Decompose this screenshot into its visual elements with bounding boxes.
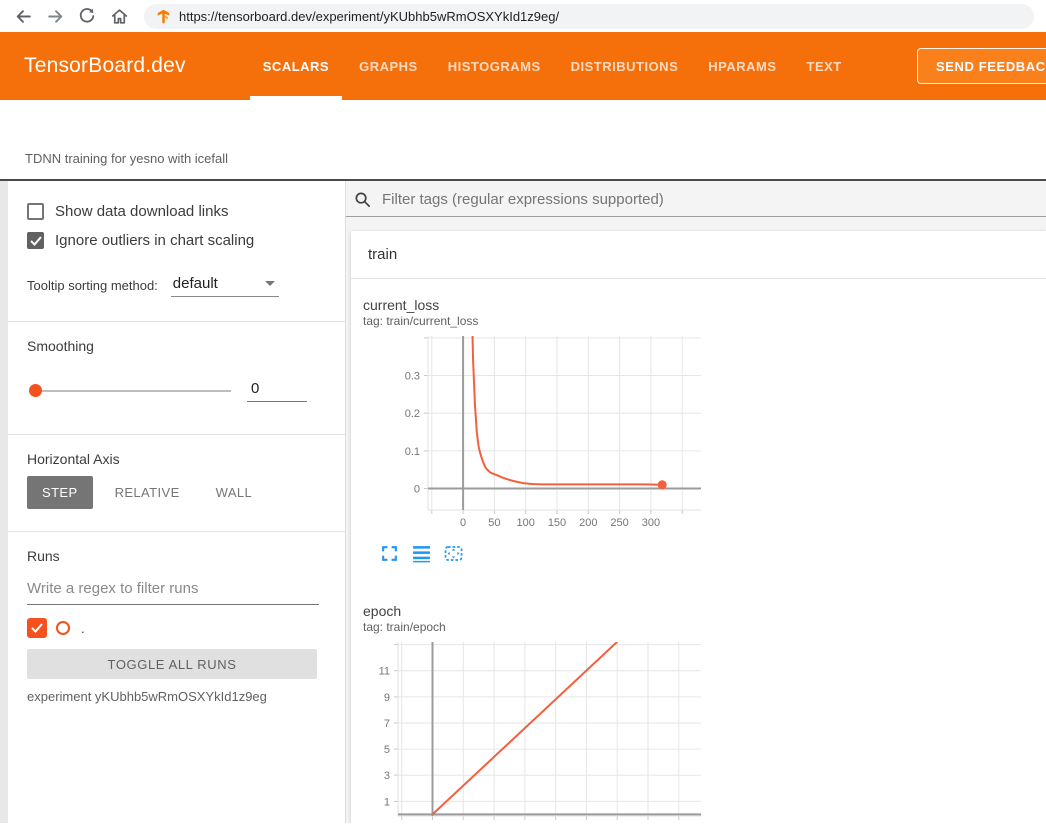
runs-regex-input[interactable] <box>27 574 319 605</box>
svg-text:1: 1 <box>384 796 390 808</box>
chart-toolbar <box>380 544 708 563</box>
svg-text:9: 9 <box>384 692 390 704</box>
log-scale-icon[interactable] <box>412 544 431 563</box>
nav-tabs: SCALARS GRAPHS HISTOGRAMS DISTRIBUTIONS … <box>248 32 857 100</box>
show-download-links-label: Show data download links <box>55 203 228 220</box>
svg-text:5: 5 <box>384 744 390 756</box>
train-section-card: train current_loss tag: train/current_lo… <box>351 231 1046 823</box>
chart-title: epoch <box>363 603 708 619</box>
run-checkbox[interactable] <box>27 618 47 638</box>
experiment-title-row: TDNN training for yesno with icefall <box>0 100 1046 181</box>
tensorboard-logo[interactable]: TensorBoard.dev <box>24 54 186 78</box>
settings-sidebar: Show data download links Ignore outliers… <box>8 181 346 823</box>
tag-filter-row <box>346 181 1046 217</box>
axis-wall-button[interactable]: WALL <box>202 476 267 509</box>
site-favicon-tensorboard <box>156 9 171 24</box>
chart-tag: tag: train/current_loss <box>363 314 708 328</box>
tag-filter-input[interactable] <box>380 190 1046 209</box>
experiment-title: TDNN training for yesno with icefall <box>25 151 228 166</box>
svg-text:300: 300 <box>642 517 660 529</box>
tab-scalars[interactable]: SCALARS <box>250 32 342 100</box>
charts-grid: current_loss tag: train/current_loss 050… <box>351 279 1046 823</box>
svg-text:0.3: 0.3 <box>405 371 420 383</box>
show-download-links-checkbox[interactable] <box>27 203 44 220</box>
divider <box>8 434 345 435</box>
axis-step-button[interactable]: STEP <box>27 476 93 509</box>
main-panel: train current_loss tag: train/current_lo… <box>346 181 1046 823</box>
section-header-train[interactable]: train <box>351 231 1046 279</box>
svg-text:7: 7 <box>384 718 390 730</box>
line-chart-svg: 0 50 100 150 200 250 300 0 0.1 0.2 0.3 <box>363 334 703 534</box>
tooltip-sorting-value: default <box>173 275 218 292</box>
svg-text:100: 100 <box>517 517 535 529</box>
send-feedback-button[interactable]: SEND FEEDBACK <box>917 48 1046 84</box>
ignore-outliers-label: Ignore outliers in chart scaling <box>55 232 254 249</box>
back-icon[interactable] <box>10 3 36 29</box>
chart-card-epoch: epoch tag: train/epoch 05010015020025030… <box>363 603 708 823</box>
chart-card-current-loss: current_loss tag: train/current_loss 0 50… <box>363 297 708 563</box>
svg-text:11: 11 <box>379 666 390 678</box>
chart-plot-epoch[interactable]: 0501001502002503001357911 <box>363 640 708 823</box>
tab-distributions[interactable]: DISTRIBUTIONS <box>558 32 692 100</box>
svg-text:3: 3 <box>384 770 390 782</box>
svg-text:0: 0 <box>414 484 420 496</box>
runs-label: Runs <box>27 548 345 564</box>
smoothing-slider-thumb[interactable] <box>29 384 42 397</box>
toggle-all-runs-button[interactable]: TOGGLE ALL RUNS <box>27 649 317 679</box>
reload-icon[interactable] <box>74 3 100 29</box>
svg-text:0.1: 0.1 <box>405 446 420 458</box>
tab-hparams[interactable]: HPARAMS <box>695 32 789 100</box>
left-edge-strip <box>0 181 8 823</box>
search-icon <box>354 191 371 208</box>
content-area: Show data download links Ignore outliers… <box>0 181 1046 823</box>
smoothing-value-input[interactable]: 0 <box>247 380 307 402</box>
chart-tag: tag: train/epoch <box>363 620 708 634</box>
ignore-outliers-checkbox[interactable] <box>27 232 44 249</box>
run-color-swatch <box>56 621 70 635</box>
experiment-id-label: experiment yKUbhb5wRmOSXYkId1z9eg <box>27 689 345 704</box>
address-bar[interactable]: https://tensorboard.dev/experiment/yKUbh… <box>144 4 1034 29</box>
run-name: . <box>81 621 85 636</box>
chart-title: current_loss <box>363 297 708 313</box>
horizontal-axis-label: Horizontal Axis <box>27 451 345 467</box>
chevron-down-icon <box>265 281 275 286</box>
smoothing-slider-track[interactable] <box>31 390 231 392</box>
home-icon[interactable] <box>106 3 132 29</box>
svg-text:250: 250 <box>610 517 628 529</box>
chart-plot-current-loss[interactable]: 0 50 100 150 200 250 300 0 0.1 0.2 0.3 <box>363 334 708 539</box>
line-chart-svg: 0501001502002503001357911 <box>363 640 703 823</box>
svg-text:150: 150 <box>548 517 566 529</box>
app-header: TensorBoard.dev SCALARS GRAPHS HISTOGRAM… <box>0 32 1046 100</box>
smoothing-label: Smoothing <box>27 338 345 354</box>
tab-text[interactable]: TEXT <box>794 32 855 100</box>
tooltip-sorting-dropdown[interactable]: default <box>171 275 279 297</box>
tab-graphs[interactable]: GRAPHS <box>346 32 431 100</box>
svg-text:0: 0 <box>460 517 466 529</box>
fit-domain-icon[interactable] <box>444 544 463 563</box>
axis-relative-button[interactable]: RELATIVE <box>101 476 194 509</box>
divider <box>8 531 345 532</box>
svg-text:0.2: 0.2 <box>405 408 420 420</box>
svg-text:50: 50 <box>488 517 500 529</box>
svg-text:200: 200 <box>579 517 597 529</box>
tab-histograms[interactable]: HISTOGRAMS <box>435 32 554 100</box>
divider <box>8 321 345 322</box>
forward-icon[interactable] <box>42 3 68 29</box>
tooltip-sorting-label: Tooltip sorting method: <box>27 278 158 297</box>
expand-chart-icon[interactable] <box>380 544 399 563</box>
url-text: https://tensorboard.dev/experiment/yKUbh… <box>179 9 559 24</box>
browser-toolbar: https://tensorboard.dev/experiment/yKUbh… <box>0 0 1046 32</box>
